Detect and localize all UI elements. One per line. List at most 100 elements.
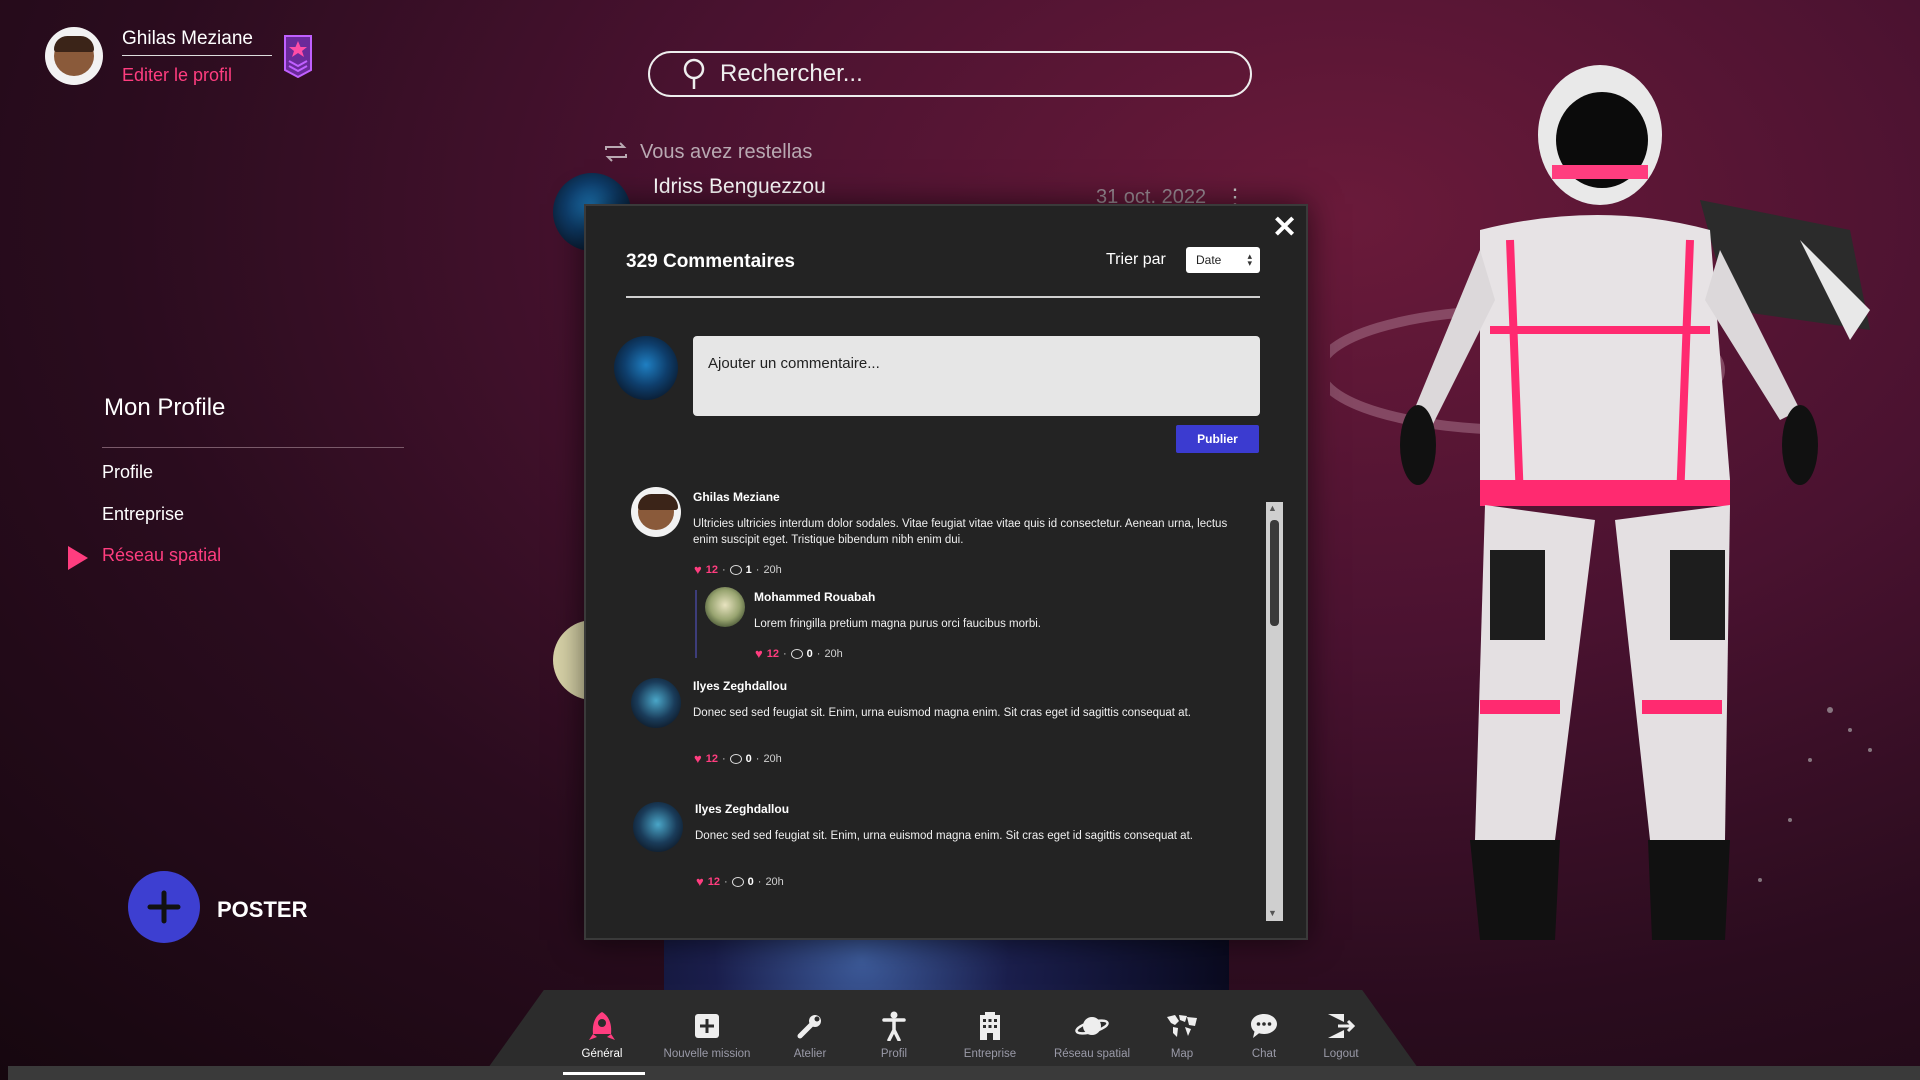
nav-label: Nouvelle mission bbox=[663, 1048, 751, 1060]
sort-value: Date bbox=[1196, 253, 1222, 267]
heart-icon[interactable]: ♥ bbox=[694, 562, 702, 577]
meta-separator: · bbox=[816, 647, 821, 660]
reply-meta: ♥ 12 · 0 · 20h bbox=[755, 646, 843, 661]
nav-label: Atelier bbox=[793, 1048, 827, 1060]
nav-nouvelle-mission[interactable]: Nouvelle mission bbox=[657, 1010, 757, 1060]
avatar-face bbox=[54, 36, 94, 76]
like-count: 12 bbox=[705, 752, 718, 765]
sidebar-item-profile[interactable]: Profile bbox=[102, 462, 153, 483]
nav-label: Map bbox=[1170, 1048, 1194, 1060]
meta-separator: · bbox=[755, 563, 760, 576]
restella-text: Vous avez restellas bbox=[640, 140, 813, 163]
nav-label: Chat bbox=[1251, 1048, 1277, 1060]
current-user-avatar bbox=[614, 336, 678, 400]
scroll-down-icon[interactable]: ▼ bbox=[1268, 908, 1277, 918]
comment-input[interactable]: Ajouter un commentaire... bbox=[693, 336, 1260, 416]
comment-bubble-icon[interactable] bbox=[731, 876, 744, 887]
sidebar-item-reseau-spatial[interactable]: Réseau spatial bbox=[102, 545, 221, 566]
comment-time: 20h bbox=[763, 752, 782, 765]
profile-name: Ghilas Meziane bbox=[122, 28, 253, 49]
rank-badge-icon bbox=[284, 35, 312, 78]
like-count: 12 bbox=[766, 647, 779, 660]
reply-count: 0 bbox=[806, 647, 813, 660]
restella-indicator: Vous avez restellas bbox=[602, 140, 812, 164]
meta-separator: · bbox=[723, 875, 728, 888]
comment-meta: ♥ 12 · 0 · 20h bbox=[694, 751, 782, 766]
heart-icon[interactable]: ♥ bbox=[755, 646, 763, 661]
nav-label: Entreprise bbox=[963, 1048, 1017, 1060]
meta-separator: · bbox=[782, 647, 787, 660]
scrollbar-thumb[interactable] bbox=[1270, 520, 1279, 626]
close-icon[interactable]: ✕ bbox=[1272, 210, 1297, 245]
comment-author[interactable]: Ilyes Zeghdallou bbox=[693, 679, 787, 693]
meta-separator: · bbox=[755, 752, 760, 765]
heart-icon[interactable]: ♥ bbox=[696, 874, 704, 889]
comment-avatar[interactable] bbox=[631, 678, 681, 728]
comment-time: 20h bbox=[765, 875, 784, 888]
heart-icon[interactable]: ♥ bbox=[694, 751, 702, 766]
comment-bubble-icon[interactable] bbox=[729, 753, 742, 764]
nav-label: Général bbox=[581, 1048, 623, 1060]
comment-text: Donec sed sed feugiat sit. Enim, urna eu… bbox=[695, 830, 1193, 842]
comment-author[interactable]: Ilyes Zeghdallou bbox=[695, 802, 789, 816]
plus-square-icon bbox=[694, 1010, 720, 1042]
world-map-icon bbox=[1165, 1010, 1199, 1042]
reply-author[interactable]: Mohammed Rouabah bbox=[754, 590, 875, 604]
nav-profil[interactable]: Profil bbox=[844, 1010, 944, 1060]
scroll-up-icon[interactable]: ▲ bbox=[1268, 503, 1277, 513]
building-icon bbox=[977, 1010, 1003, 1042]
active-arrow-icon bbox=[68, 546, 88, 570]
search-input[interactable]: Rechercher... bbox=[720, 60, 863, 88]
profile-avatar[interactable] bbox=[45, 27, 103, 85]
comment-bubble-icon[interactable] bbox=[790, 648, 803, 659]
comment-avatar[interactable] bbox=[633, 802, 683, 852]
post-author-name[interactable]: Idriss Benguezzou bbox=[653, 175, 826, 199]
reply-count: 0 bbox=[747, 875, 754, 888]
astronaut-illustration bbox=[1330, 65, 1872, 940]
post-image[interactable] bbox=[664, 940, 1229, 990]
comments-count-title: 329 Commentaires bbox=[626, 251, 795, 272]
reply-avatar[interactable] bbox=[705, 587, 745, 627]
comment-meta: ♥ 12 · 1 · 20h bbox=[694, 562, 782, 577]
nav-entreprise[interactable]: Entreprise bbox=[940, 1010, 1040, 1060]
comment-meta: ♥ 12 · 0 · 20h bbox=[696, 874, 784, 889]
person-icon bbox=[882, 1010, 906, 1042]
poster-button[interactable] bbox=[128, 871, 200, 943]
chat-bubble-icon bbox=[1249, 1010, 1279, 1042]
poster-label[interactable]: POSTER bbox=[217, 897, 307, 923]
nav-general[interactable]: Général bbox=[552, 1010, 652, 1060]
modal-divider bbox=[626, 296, 1260, 298]
meta-separator: · bbox=[757, 875, 762, 888]
comment-text: Ultricies ultricies interdum dolor sodal… bbox=[693, 518, 1228, 546]
edit-profile-link[interactable]: Editer le profil bbox=[122, 65, 232, 86]
sort-select[interactable]: Date ▴ ▾ bbox=[1186, 247, 1260, 273]
reply-count: 0 bbox=[745, 752, 752, 765]
nav-label: Réseau spatial bbox=[1053, 1048, 1131, 1060]
nav-label: Profil bbox=[880, 1048, 908, 1060]
bottom-strip bbox=[8, 1066, 1920, 1080]
restella-icon bbox=[605, 142, 627, 162]
comment-author[interactable]: Ghilas Meziane bbox=[693, 490, 780, 504]
avatar-face bbox=[638, 494, 678, 530]
profile-divider bbox=[122, 55, 272, 56]
like-count: 12 bbox=[707, 875, 720, 888]
plus-icon bbox=[147, 890, 181, 924]
rocket-icon bbox=[587, 1010, 617, 1042]
search-icon bbox=[683, 58, 705, 89]
planet-icon bbox=[1075, 1010, 1109, 1042]
nav-reseau-spatial[interactable]: Réseau spatial bbox=[1042, 1010, 1142, 1060]
meta-separator: · bbox=[721, 563, 726, 576]
publish-button[interactable]: Publier bbox=[1176, 425, 1259, 453]
comment-avatar[interactable] bbox=[631, 487, 681, 537]
reply-thread-line bbox=[695, 590, 697, 658]
nav-logout[interactable]: Logout bbox=[1291, 1010, 1391, 1060]
sidebar-item-entreprise[interactable]: Entreprise bbox=[102, 504, 184, 525]
wrench-icon bbox=[796, 1010, 824, 1042]
comment-time: 20h bbox=[824, 647, 843, 660]
search-bar[interactable]: Rechercher... bbox=[648, 51, 1252, 97]
comment-text: Donec sed sed feugiat sit. Enim, urna eu… bbox=[693, 707, 1191, 719]
reply-text: Lorem fringilla pretium magna purus orci… bbox=[754, 618, 1041, 630]
sort-label: Trier par bbox=[1106, 251, 1166, 268]
comment-bubble-icon[interactable] bbox=[729, 564, 742, 575]
like-count: 12 bbox=[705, 563, 718, 576]
